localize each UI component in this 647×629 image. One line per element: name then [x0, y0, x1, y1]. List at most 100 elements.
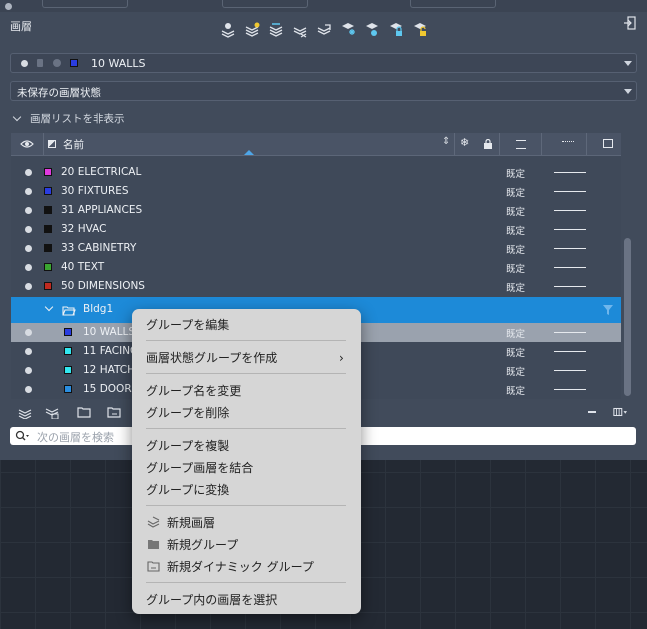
linetype-value[interactable]: 既定 — [506, 345, 525, 359]
name-column-header[interactable]: 名前 — [63, 137, 84, 152]
layer-row[interactable]: 40 TEXT 既定 — [11, 258, 621, 277]
layer-list-scrollbar[interactable] — [624, 238, 631, 396]
menu-item-new-group[interactable]: 新規グループ — [167, 536, 238, 553]
new-dynamic-group-icon[interactable] — [107, 405, 121, 419]
close-dot-icon[interactable] — [5, 3, 12, 10]
linetype-value[interactable]: 既定 — [506, 383, 525, 397]
layer-row[interactable]: 32 HVAC 既定 — [11, 220, 621, 239]
linetype-value[interactable]: 既定 — [506, 204, 525, 218]
layer-color-swatch[interactable] — [44, 206, 52, 214]
visibility-bulb-icon[interactable] — [25, 245, 32, 252]
lineweight-sample[interactable] — [554, 229, 586, 230]
menu-item-new-dynamic-group[interactable]: 新規ダイナミック グループ — [167, 558, 314, 575]
new-layer-icon[interactable] — [18, 405, 32, 419]
plot-column-icon[interactable] — [603, 139, 613, 148]
new-layer-vp-frozen-icon[interactable] — [268, 22, 284, 38]
menu-item-new-layer[interactable]: 新規画層 — [167, 514, 215, 531]
current-layer-dropdown[interactable]: 10 WALLS — [10, 53, 637, 73]
linetype-value[interactable]: 既定 — [506, 166, 525, 180]
menu-item-rename-group[interactable]: グループ名を変更 — [146, 382, 241, 399]
layer-row[interactable]: 50 DIMENSIONS 既定 — [11, 277, 621, 296]
layer-row[interactable]: 31 APPLIANCES 既定 — [11, 201, 621, 220]
layer-color-swatch[interactable] — [44, 187, 52, 195]
linetype-value[interactable]: 既定 — [506, 185, 525, 199]
visibility-bulb-icon[interactable] — [25, 329, 32, 336]
layer-name: 50 DIMENSIONS — [61, 280, 145, 292]
menu-item-convert-to-group[interactable]: グループに変換 — [146, 481, 229, 498]
visibility-bulb-icon[interactable] — [25, 348, 32, 355]
layer-row[interactable]: 20 ELECTRICAL 既定 — [11, 163, 621, 182]
linetype-column-icon[interactable] — [516, 140, 526, 149]
set-current-layer-icon[interactable] — [316, 22, 332, 38]
layer-row[interactable]: 33 CABINETRY 既定 — [11, 239, 621, 258]
lineweight-sample[interactable] — [554, 172, 586, 173]
color-column-icon[interactable] — [48, 140, 56, 148]
linetype-value[interactable]: 既定 — [506, 280, 525, 294]
new-layer-vp-icon[interactable] — [45, 405, 59, 419]
layer-color-swatch[interactable] — [44, 282, 52, 290]
panel-tab[interactable] — [410, 0, 496, 8]
hide-layer-list-toggle[interactable]: 画層リストを非表示 — [12, 111, 125, 126]
lineweight-sample[interactable] — [554, 210, 586, 211]
layer-color-swatch[interactable] — [64, 328, 72, 336]
layer-color-swatch[interactable] — [64, 366, 72, 374]
layer-state-dropdown[interactable]: 未保存の画層状態 — [10, 81, 637, 101]
lineweight-sample[interactable] — [554, 191, 586, 192]
linetype-value[interactable]: 既定 — [506, 242, 525, 256]
layer-row[interactable]: 30 FIXTURES 既定 — [11, 182, 621, 201]
menu-item-delete-group[interactable]: グループを削除 — [146, 404, 229, 421]
linetype-value[interactable]: 既定 — [506, 326, 525, 340]
layer-color-swatch[interactable] — [44, 263, 52, 271]
visibility-bulb-icon[interactable] — [25, 207, 32, 214]
menu-item-duplicate-group[interactable]: グループを複製 — [146, 437, 229, 454]
freeze-column-icon[interactable]: ❄ — [460, 136, 469, 149]
filter-icon[interactable] — [603, 305, 613, 315]
lineweight-sample[interactable] — [554, 389, 586, 390]
visibility-bulb-icon[interactable] — [25, 386, 32, 393]
layer-name: 20 ELECTRICAL — [61, 166, 142, 178]
linetype-value[interactable]: 既定 — [506, 261, 525, 275]
lineweight-sample[interactable] — [554, 351, 586, 352]
visibility-bulb-icon[interactable] — [25, 169, 32, 176]
lineweight-sample[interactable] — [554, 332, 586, 333]
visibility-bulb-icon[interactable] — [25, 283, 32, 290]
panel-tab[interactable] — [222, 0, 308, 8]
layer-color-swatch[interactable] — [44, 244, 52, 252]
visibility-bulb-icon[interactable] — [25, 264, 32, 271]
menu-item-edit-group[interactable]: グループを編集 — [146, 316, 229, 333]
delete-layer-icon[interactable] — [292, 22, 308, 38]
sort-order-icon[interactable]: ⇕ — [442, 136, 450, 147]
undock-icon[interactable] — [624, 16, 636, 30]
columns-menu-icon[interactable] — [613, 405, 627, 419]
visibility-bulb-icon[interactable] — [25, 226, 32, 233]
lineweight-sample[interactable] — [554, 286, 586, 287]
layer-color-swatch[interactable] — [44, 225, 52, 233]
chevron-down-icon[interactable] — [44, 302, 54, 312]
linetype-value[interactable]: 既定 — [506, 223, 525, 237]
menu-item-merge-group-layers[interactable]: グループ画層を結合 — [146, 459, 253, 476]
lineweight-sample[interactable] — [554, 267, 586, 268]
linetype-value[interactable]: 既定 — [506, 364, 525, 378]
lineweight-column-icon[interactable] — [562, 141, 574, 143]
lineweight-sample[interactable] — [554, 370, 586, 371]
menu-item-select-layers-in-group[interactable]: グループ内の画層を選択 — [146, 591, 277, 608]
layer-color-swatch[interactable] — [44, 168, 52, 176]
visibility-bulb-icon[interactable] — [25, 188, 32, 195]
layer-off-icon[interactable] — [364, 22, 380, 38]
lineweight-sample[interactable] — [554, 248, 586, 249]
visibility-bulb-icon[interactable] — [25, 367, 32, 374]
visibility-column-eye-icon[interactable] — [20, 139, 34, 149]
collapse-minus-icon[interactable] — [588, 411, 596, 413]
layer-color-swatch[interactable] — [64, 385, 72, 393]
layer-color-swatch[interactable] — [64, 347, 72, 355]
new-group-folder-icon[interactable] — [77, 405, 91, 419]
panel-tab[interactable] — [42, 0, 128, 8]
menu-item-create-state-group[interactable]: 画層状態グループを作成 — [146, 349, 277, 366]
submenu-arrow-icon: › — [339, 351, 344, 365]
unlock-layer-icon[interactable] — [412, 22, 428, 38]
new-layer-icon[interactable] — [244, 22, 260, 38]
new-layer-properties-icon[interactable] — [220, 22, 236, 38]
freeze-layer-icon[interactable] — [340, 22, 356, 38]
lock-column-icon[interactable] — [484, 139, 492, 149]
lock-layer-icon[interactable] — [388, 22, 404, 38]
